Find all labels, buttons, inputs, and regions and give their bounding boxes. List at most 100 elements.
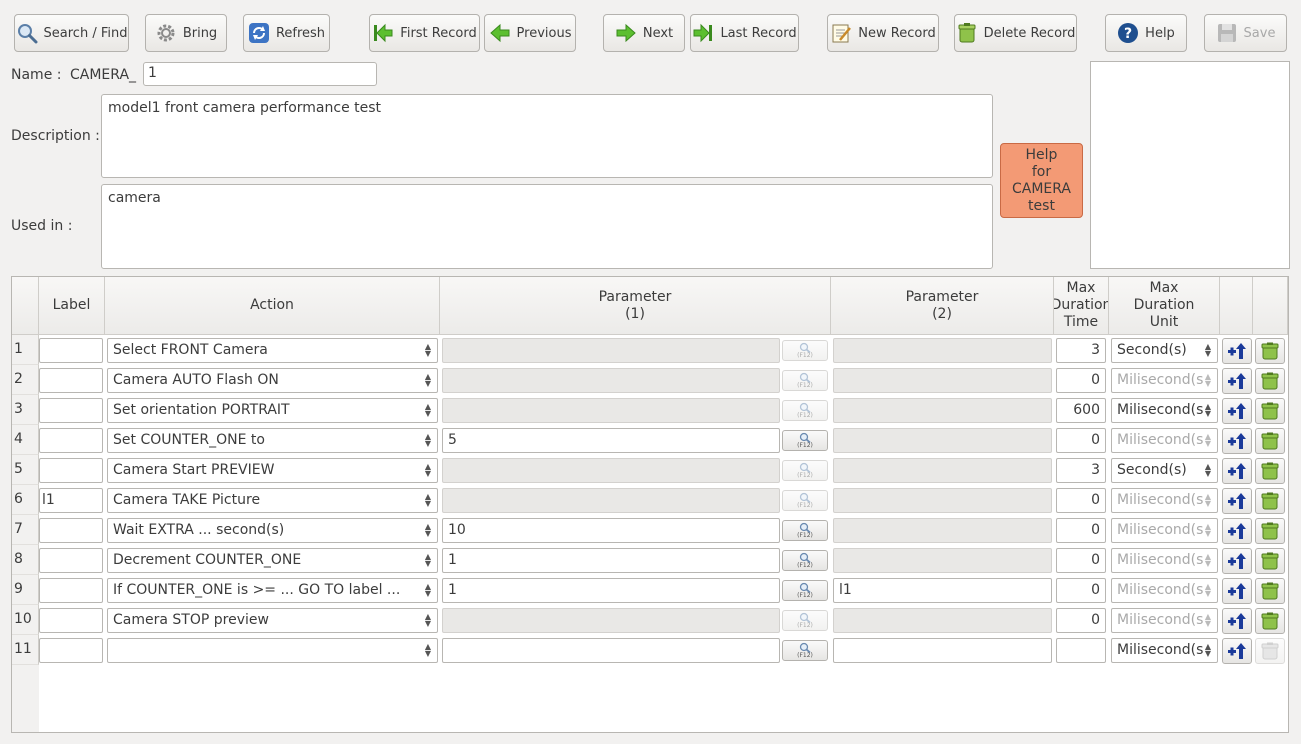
parameter-2-input[interactable]: [833, 638, 1052, 663]
max-duration-unit-select[interactable]: Milisecond(s ▲ ▼: [1111, 368, 1218, 393]
insert-row-button[interactable]: [1222, 368, 1252, 394]
insert-row-button[interactable]: [1222, 518, 1252, 544]
label-input[interactable]: [39, 518, 103, 543]
delete-row-button[interactable]: [1255, 428, 1285, 454]
save-button[interactable]: Save: [1204, 14, 1287, 52]
max-duration-time-input[interactable]: 0: [1056, 548, 1106, 573]
parameter-2-input[interactable]: [833, 398, 1052, 423]
description-textarea[interactable]: model1 front camera performance test: [101, 94, 993, 178]
insert-row-button[interactable]: [1222, 578, 1252, 604]
action-select[interactable]: Camera AUTO Flash ON ▲ ▼: [107, 368, 438, 393]
max-duration-unit-select[interactable]: Milisecond(s ▲ ▼: [1111, 428, 1218, 453]
used-in-textarea[interactable]: camera: [101, 184, 993, 269]
label-input[interactable]: [39, 338, 103, 363]
max-duration-time-input[interactable]: 0: [1056, 368, 1106, 393]
parameter-2-input[interactable]: [833, 368, 1052, 393]
delete-row-button[interactable]: [1255, 578, 1285, 604]
help-button[interactable]: ? Help: [1105, 14, 1187, 52]
action-select[interactable]: ▲ ▼: [107, 638, 438, 663]
parameter-2-input[interactable]: [833, 548, 1052, 573]
parameter-1-lookup-button[interactable]: (F12): [782, 490, 828, 511]
insert-row-button[interactable]: [1222, 458, 1252, 484]
refresh-button[interactable]: Refresh: [243, 14, 330, 52]
delete-row-button[interactable]: [1255, 368, 1285, 394]
parameter-1-lookup-button[interactable]: (F12): [782, 370, 828, 391]
max-duration-unit-select[interactable]: Second(s) ▲ ▼: [1111, 338, 1218, 363]
label-input[interactable]: [39, 398, 103, 423]
insert-row-button[interactable]: [1222, 488, 1252, 514]
label-input[interactable]: l1: [39, 488, 103, 513]
next-button[interactable]: Next: [603, 14, 685, 52]
delete-row-button[interactable]: [1255, 548, 1285, 574]
parameter-2-input[interactable]: [833, 338, 1052, 363]
action-select[interactable]: Set COUNTER_ONE to ▲ ▼: [107, 428, 438, 453]
parameter-1-lookup-button[interactable]: (F12): [782, 640, 828, 661]
max-duration-time-input[interactable]: 0: [1056, 608, 1106, 633]
max-duration-unit-select[interactable]: Milisecond(s ▲ ▼: [1111, 488, 1218, 513]
parameter-1-lookup-button[interactable]: (F12): [782, 580, 828, 601]
first-record-button[interactable]: First Record: [369, 14, 480, 52]
label-input[interactable]: [39, 608, 103, 633]
insert-row-button[interactable]: [1222, 398, 1252, 424]
action-select[interactable]: Camera TAKE Picture ▲ ▼: [107, 488, 438, 513]
parameter-1-lookup-button[interactable]: (F12): [782, 430, 828, 451]
parameter-2-input[interactable]: [833, 608, 1052, 633]
parameter-1-lookup-button[interactable]: (F12): [782, 550, 828, 571]
parameter-1-input[interactable]: [442, 608, 780, 633]
max-duration-unit-select[interactable]: Milisecond(s ▲ ▼: [1111, 578, 1218, 603]
help-camera-test-button[interactable]: Help for CAMERA test: [1000, 143, 1083, 218]
insert-row-button[interactable]: [1222, 608, 1252, 634]
delete-row-button[interactable]: [1255, 638, 1285, 664]
delete-record-button[interactable]: Delete Record: [954, 14, 1077, 52]
action-select[interactable]: Decrement COUNTER_ONE ▲ ▼: [107, 548, 438, 573]
parameter-1-lookup-button[interactable]: (F12): [782, 610, 828, 631]
max-duration-time-input[interactable]: 3: [1056, 458, 1106, 483]
insert-row-button[interactable]: [1222, 428, 1252, 454]
max-duration-time-input[interactable]: [1056, 638, 1106, 663]
max-duration-unit-select[interactable]: Second(s) ▲ ▼: [1111, 458, 1218, 483]
parameter-1-input[interactable]: [442, 398, 780, 423]
max-duration-unit-select[interactable]: Milisecond(s ▲ ▼: [1111, 398, 1218, 423]
parameter-1-lookup-button[interactable]: (F12): [782, 460, 828, 481]
parameter-1-input[interactable]: [442, 488, 780, 513]
parameter-1-input[interactable]: [442, 368, 780, 393]
name-input[interactable]: 1: [143, 62, 377, 86]
label-input[interactable]: [39, 548, 103, 573]
insert-row-button[interactable]: [1222, 548, 1252, 574]
parameter-1-input[interactable]: [442, 638, 780, 663]
parameter-2-input[interactable]: l1: [833, 578, 1052, 603]
max-duration-time-input[interactable]: 3: [1056, 338, 1106, 363]
delete-row-button[interactable]: [1255, 518, 1285, 544]
max-duration-unit-select[interactable]: Milisecond(s ▲ ▼: [1111, 548, 1218, 573]
action-select[interactable]: Wait EXTRA ... second(s) ▲ ▼: [107, 518, 438, 543]
parameter-1-lookup-button[interactable]: (F12): [782, 400, 828, 421]
delete-row-button[interactable]: [1255, 398, 1285, 424]
search-find-button[interactable]: Search / Find: [14, 14, 129, 52]
insert-row-button[interactable]: [1222, 638, 1252, 664]
label-input[interactable]: [39, 638, 103, 663]
action-select[interactable]: If COUNTER_ONE is >= ... GO TO label ...…: [107, 578, 438, 603]
action-select[interactable]: Camera Start PREVIEW ▲ ▼: [107, 458, 438, 483]
parameter-1-lookup-button[interactable]: (F12): [782, 520, 828, 541]
parameter-1-input[interactable]: [442, 458, 780, 483]
max-duration-time-input[interactable]: 0: [1056, 428, 1106, 453]
insert-row-button[interactable]: [1222, 338, 1252, 364]
delete-row-button[interactable]: [1255, 608, 1285, 634]
action-select[interactable]: Camera STOP preview ▲ ▼: [107, 608, 438, 633]
parameter-2-input[interactable]: [833, 488, 1052, 513]
previous-button[interactable]: Previous: [484, 14, 576, 52]
label-input[interactable]: [39, 578, 103, 603]
parameter-2-input[interactable]: [833, 518, 1052, 543]
parameter-1-input[interactable]: 1: [442, 548, 780, 573]
bring-button[interactable]: Bring: [145, 14, 227, 52]
label-input[interactable]: [39, 428, 103, 453]
label-input[interactable]: [39, 458, 103, 483]
max-duration-time-input[interactable]: 0: [1056, 518, 1106, 543]
parameter-2-input[interactable]: [833, 458, 1052, 483]
parameter-2-input[interactable]: [833, 428, 1052, 453]
parameter-1-lookup-button[interactable]: (F12): [782, 340, 828, 361]
max-duration-unit-select[interactable]: Milisecond(s ▲ ▼: [1111, 518, 1218, 543]
max-duration-unit-select[interactable]: Milisecond(s ▲ ▼: [1111, 638, 1218, 663]
delete-row-button[interactable]: [1255, 458, 1285, 484]
parameter-1-input[interactable]: 1: [442, 578, 780, 603]
